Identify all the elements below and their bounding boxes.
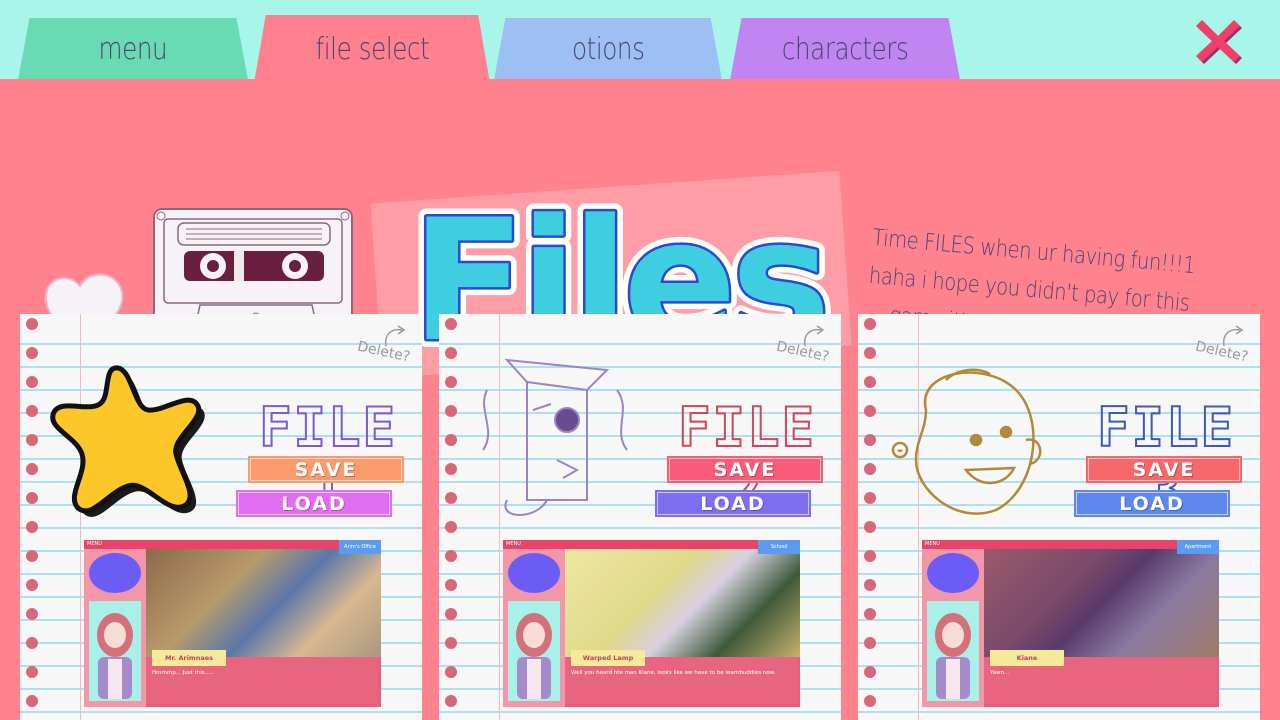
binder-hole bbox=[864, 637, 876, 649]
warped-lamp-sketch bbox=[467, 350, 647, 530]
binder-hole bbox=[26, 695, 38, 707]
binder-hole bbox=[864, 550, 876, 562]
binder-hole bbox=[26, 347, 38, 359]
binder-hole bbox=[445, 637, 457, 649]
tab-file-select-label: file select bbox=[315, 31, 429, 67]
kiane-portrait bbox=[935, 613, 971, 699]
binder-hole bbox=[445, 318, 457, 330]
close-icon bbox=[1196, 20, 1242, 64]
preview-menu-label: MENU bbox=[925, 541, 940, 547]
binder-hole bbox=[864, 521, 876, 533]
binder-hole bbox=[26, 550, 38, 562]
speaker-name: Kiane bbox=[990, 650, 1064, 666]
binder-hole bbox=[26, 376, 38, 388]
binder-hole bbox=[445, 550, 457, 562]
tab-file-select[interactable]: file select bbox=[254, 15, 490, 83]
binder-hole bbox=[445, 666, 457, 678]
close-button[interactable] bbox=[1194, 14, 1242, 64]
binder-hole bbox=[864, 579, 876, 591]
tab-menu-label: menu bbox=[98, 31, 168, 67]
kiane-portrait bbox=[516, 613, 552, 699]
binder-hole bbox=[26, 434, 38, 446]
save-preview-thumbnail[interactable]: MENU Arim's Office Mr. Arimnaes Hmmmp...… bbox=[84, 540, 381, 707]
binder-hole bbox=[26, 608, 38, 620]
preview-location: School bbox=[758, 540, 800, 554]
binder-hole bbox=[445, 608, 457, 620]
binder-hole bbox=[26, 463, 38, 475]
thought-cloud bbox=[927, 553, 979, 593]
binder-hole bbox=[26, 637, 38, 649]
file-slot-1: Delete? FILE 1 SAVE LOAD MENU Arim's Off… bbox=[20, 314, 422, 720]
load-button[interactable]: LOAD bbox=[655, 490, 811, 517]
save-button[interactable]: SAVE bbox=[1086, 456, 1242, 483]
notebook-holes bbox=[864, 318, 876, 720]
binder-hole bbox=[864, 608, 876, 620]
binder-hole bbox=[26, 405, 38, 417]
save-preview-thumbnail[interactable]: MENU School Warped Lamp Well you heard h… bbox=[503, 540, 800, 707]
character-face-sketch bbox=[886, 350, 1066, 530]
binder-hole bbox=[26, 666, 38, 678]
preview-toolbar: MENU bbox=[922, 540, 1219, 549]
binder-hole bbox=[26, 521, 38, 533]
binder-hole bbox=[26, 492, 38, 504]
binder-hole bbox=[445, 463, 457, 475]
preview-menu-label: MENU bbox=[87, 541, 102, 547]
speaker-name: Mr. Arimnaes bbox=[152, 650, 226, 666]
save-preview-thumbnail[interactable]: MENU Apartment Kiane Yawn... bbox=[922, 540, 1219, 707]
binder-hole bbox=[864, 492, 876, 504]
load-button[interactable]: LOAD bbox=[1074, 490, 1230, 517]
binder-hole bbox=[445, 434, 457, 446]
dialogue-text: Hmmmp... Just this..... bbox=[152, 670, 214, 676]
dialogue-text: Well you heard hte man Kiane, looks like… bbox=[571, 670, 776, 676]
binder-hole bbox=[445, 492, 457, 504]
binder-hole bbox=[445, 695, 457, 707]
file-slot-3: Delete? FILE 3 SAVE LOAD MENU Apartment … bbox=[858, 314, 1260, 720]
save-button[interactable]: SAVE bbox=[248, 456, 404, 483]
binder-hole bbox=[445, 405, 457, 417]
star-icon bbox=[48, 350, 228, 530]
file-slot-2: Delete? FILE 2 SAVE LOAD MENU School War… bbox=[439, 314, 841, 720]
speaker-name: Warped Lamp bbox=[571, 650, 645, 666]
dialogue-text: Yawn... bbox=[990, 670, 1010, 676]
preview-location: Arim's Office bbox=[339, 540, 381, 554]
notebook-holes bbox=[445, 318, 457, 720]
preview-sidebar bbox=[922, 549, 984, 707]
binder-hole bbox=[445, 579, 457, 591]
binder-hole bbox=[864, 695, 876, 707]
kiane-portrait bbox=[97, 613, 133, 699]
notebook-holes bbox=[26, 318, 38, 720]
tab-options[interactable]: otions bbox=[494, 18, 722, 80]
binder-hole bbox=[864, 405, 876, 417]
binder-hole bbox=[864, 434, 876, 446]
binder-hole bbox=[864, 347, 876, 359]
thought-cloud bbox=[89, 553, 141, 593]
preview-scene bbox=[146, 549, 381, 657]
tab-characters[interactable]: characters bbox=[730, 18, 960, 80]
preview-location: Apartment bbox=[1177, 540, 1219, 554]
preview-toolbar: MENU bbox=[84, 540, 381, 549]
binder-hole bbox=[26, 318, 38, 330]
tab-characters-label: characters bbox=[781, 31, 909, 67]
binder-hole bbox=[445, 376, 457, 388]
binder-hole bbox=[26, 579, 38, 591]
save-button[interactable]: SAVE bbox=[667, 456, 823, 483]
binder-hole bbox=[864, 318, 876, 330]
load-button[interactable]: LOAD bbox=[236, 490, 392, 517]
binder-hole bbox=[864, 666, 876, 678]
tab-menu[interactable]: menu bbox=[18, 18, 248, 80]
preview-sidebar bbox=[503, 549, 565, 707]
binder-hole bbox=[445, 521, 457, 533]
preview-sidebar bbox=[84, 549, 146, 707]
preview-toolbar: MENU bbox=[503, 540, 800, 549]
binder-hole bbox=[864, 463, 876, 475]
thought-cloud bbox=[508, 553, 560, 593]
binder-hole bbox=[864, 376, 876, 388]
preview-scene bbox=[565, 549, 800, 657]
preview-scene bbox=[984, 549, 1219, 657]
binder-hole bbox=[445, 347, 457, 359]
tab-options-label: otions bbox=[571, 31, 645, 67]
preview-menu-label: MENU bbox=[506, 541, 521, 547]
